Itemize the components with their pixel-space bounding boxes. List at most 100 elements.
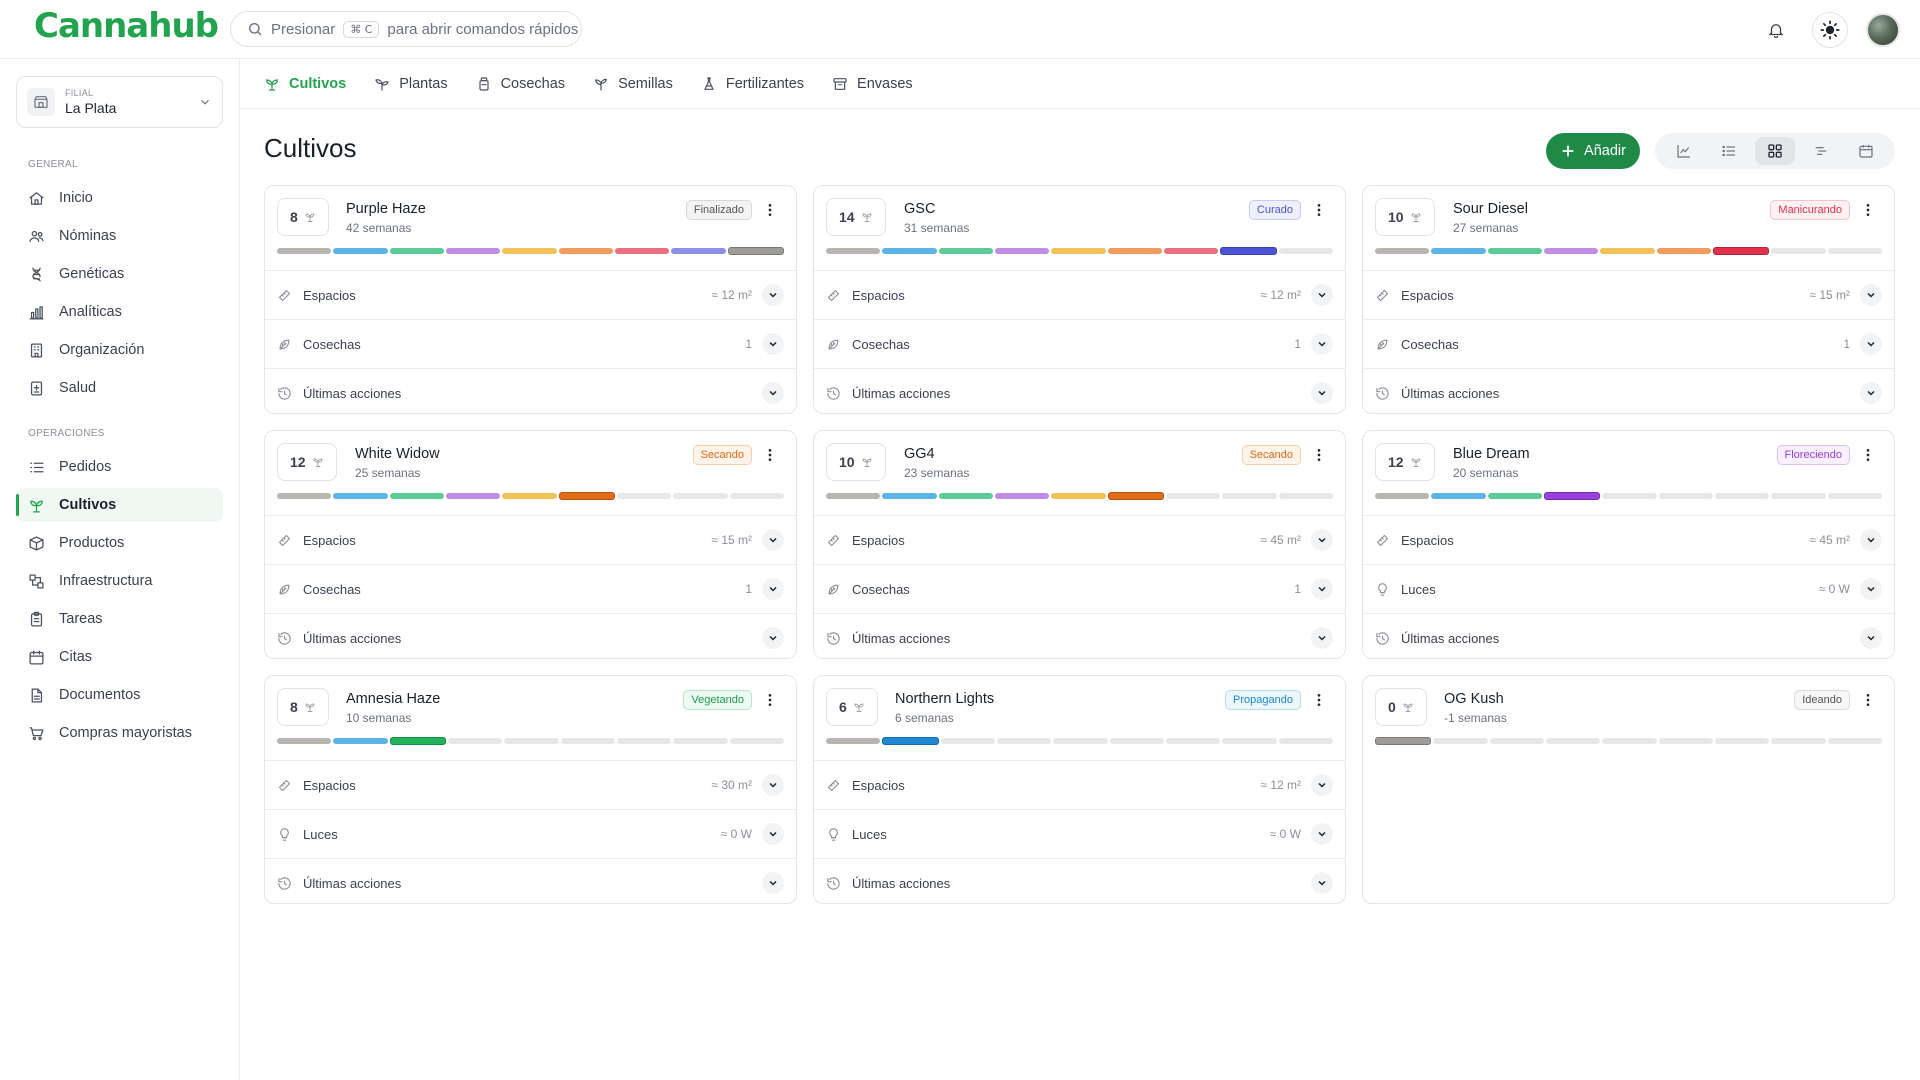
chevron-down-icon[interactable]: [1311, 823, 1333, 845]
card-row-espacios[interactable]: Espacios ≈ 15 m²: [265, 515, 796, 564]
chevron-down-icon[interactable]: [1860, 382, 1882, 404]
card-row-últimas-acciones[interactable]: Últimas acciones: [265, 368, 796, 413]
chevron-down-icon[interactable]: [1860, 578, 1882, 600]
more-vertical-icon[interactable]: [1311, 202, 1327, 218]
sidebar-item-genéticas[interactable]: Genéticas: [16, 257, 223, 291]
card-row-espacios[interactable]: Espacios ≈ 12 m²: [265, 270, 796, 319]
chevron-down-icon[interactable]: [1860, 333, 1882, 355]
chevron-down-icon[interactable]: [1311, 333, 1333, 355]
more-vertical-icon[interactable]: [1860, 692, 1876, 708]
card-row-últimas-acciones[interactable]: Últimas acciones: [265, 858, 796, 903]
sidebar-item-inicio[interactable]: Inicio: [16, 181, 223, 215]
tab-cosechas[interactable]: Cosechas: [476, 76, 565, 92]
crop-card[interactable]: 14 GSC 31 semanas Curado Espacios ≈ 12 m² Cose…: [813, 185, 1346, 414]
chevron-down-icon[interactable]: [1311, 284, 1333, 306]
chevron-down-icon[interactable]: [762, 872, 784, 894]
chevron-down-icon[interactable]: [762, 627, 784, 649]
card-row-espacios[interactable]: Espacios ≈ 15 m²: [1363, 270, 1894, 319]
chevron-down-icon[interactable]: [1311, 578, 1333, 600]
crop-name[interactable]: White Widow: [355, 446, 440, 462]
crop-name[interactable]: GG4: [904, 446, 935, 462]
sidebar-item-cultivos[interactable]: Cultivos: [16, 488, 223, 522]
tab-cultivos[interactable]: Cultivos: [264, 76, 346, 92]
chevron-down-icon[interactable]: [1311, 872, 1333, 894]
crop-card[interactable]: 8 Purple Haze 42 semanas Finalizado Espacios…: [264, 185, 797, 414]
notifications-button[interactable]: [1758, 12, 1794, 48]
tab-fertilizantes[interactable]: Fertilizantes: [701, 76, 804, 92]
sidebar-item-compras-mayoristas[interactable]: Compras mayoristas: [16, 716, 223, 750]
chevron-down-icon[interactable]: [1311, 382, 1333, 404]
card-row-luces[interactable]: Luces ≈ 0 W: [814, 809, 1345, 858]
chevron-down-icon[interactable]: [762, 774, 784, 796]
theme-toggle-button[interactable]: [1812, 12, 1848, 48]
card-row-últimas-acciones[interactable]: Últimas acciones: [1363, 368, 1894, 413]
tab-plantas[interactable]: Plantas: [374, 76, 448, 92]
sidebar-item-citas[interactable]: Citas: [16, 640, 223, 674]
view-grid-button[interactable]: [1754, 137, 1795, 165]
sidebar-item-infraestructura[interactable]: Infraestructura: [16, 564, 223, 598]
crop-name[interactable]: Blue Dream: [1453, 446, 1530, 462]
crop-name[interactable]: Sour Diesel: [1453, 201, 1528, 217]
view-timeline-button[interactable]: [1801, 137, 1841, 165]
crop-name[interactable]: OG Kush: [1444, 691, 1504, 707]
crop-card[interactable]: 10 Sour Diesel 27 semanas Manicurando Espaci…: [1362, 185, 1895, 414]
card-row-últimas-acciones[interactable]: Últimas acciones: [814, 858, 1345, 903]
view-calendar-button[interactable]: [1846, 137, 1886, 165]
sidebar-item-documentos[interactable]: Documentos: [16, 678, 223, 712]
crop-card[interactable]: 12 White Widow 25 semanas Secando Espacios ≈ …: [264, 430, 797, 659]
branch-selector[interactable]: FILIAL La Plata: [16, 76, 223, 128]
crop-name[interactable]: Amnesia Haze: [346, 691, 440, 707]
tab-semillas[interactable]: Semillas: [593, 76, 673, 92]
crop-name[interactable]: Northern Lights: [895, 691, 994, 707]
chevron-down-icon[interactable]: [762, 382, 784, 404]
chevron-down-icon[interactable]: [1311, 774, 1333, 796]
crop-card[interactable]: 8 Amnesia Haze 10 semanas Vegetando Espacios…: [264, 675, 797, 904]
command-search[interactable]: Presionar ⌘ C para abrir comandos rápido…: [230, 11, 582, 47]
chevron-down-icon[interactable]: [762, 578, 784, 600]
chevron-down-icon[interactable]: [1860, 627, 1882, 649]
card-row-cosechas[interactable]: Cosechas 1: [1363, 319, 1894, 368]
crop-name[interactable]: GSC: [904, 201, 935, 217]
crop-card[interactable]: 12 Blue Dream 20 semanas Floreciendo Espacio…: [1362, 430, 1895, 659]
chevron-down-icon[interactable]: [762, 284, 784, 306]
sidebar-item-tareas[interactable]: Tareas: [16, 602, 223, 636]
user-avatar[interactable]: [1866, 13, 1900, 47]
sidebar-item-productos[interactable]: Productos: [16, 526, 223, 560]
more-vertical-icon[interactable]: [762, 692, 778, 708]
card-row-últimas-acciones[interactable]: Últimas acciones: [814, 613, 1345, 658]
more-vertical-icon[interactable]: [1860, 447, 1876, 463]
chevron-down-icon[interactable]: [762, 333, 784, 355]
card-row-espacios[interactable]: Espacios ≈ 30 m²: [265, 760, 796, 809]
card-row-últimas-acciones[interactable]: Últimas acciones: [1363, 613, 1894, 658]
card-row-espacios[interactable]: Espacios ≈ 45 m²: [1363, 515, 1894, 564]
view-chart-button[interactable]: [1664, 137, 1704, 165]
add-button[interactable]: Añadir: [1546, 133, 1640, 169]
card-row-últimas-acciones[interactable]: Últimas acciones: [265, 613, 796, 658]
chevron-down-icon[interactable]: [1860, 529, 1882, 551]
crop-card[interactable]: 0 OG Kush -1 semanas Ideando: [1362, 675, 1895, 904]
more-vertical-icon[interactable]: [1311, 692, 1327, 708]
crop-card[interactable]: 10 GG4 23 semanas Secando Espacios ≈ 45 m² Cos…: [813, 430, 1346, 659]
card-row-últimas-acciones[interactable]: Últimas acciones: [814, 368, 1345, 413]
sidebar-item-salud[interactable]: Salud: [16, 371, 223, 405]
tab-envases[interactable]: Envases: [832, 76, 913, 92]
sidebar-item-analíticas[interactable]: Analíticas: [16, 295, 223, 329]
card-row-cosechas[interactable]: Cosechas 1: [814, 564, 1345, 613]
card-row-espacios[interactable]: Espacios ≈ 12 m²: [814, 270, 1345, 319]
brand-logo[interactable]: Cannahub: [34, 6, 219, 46]
chevron-down-icon[interactable]: [1311, 529, 1333, 551]
crop-card[interactable]: 6 Northern Lights 6 semanas Propagando Espac…: [813, 675, 1346, 904]
card-row-cosechas[interactable]: Cosechas 1: [265, 564, 796, 613]
card-row-cosechas[interactable]: Cosechas 1: [814, 319, 1345, 368]
more-vertical-icon[interactable]: [1311, 447, 1327, 463]
view-list-button[interactable]: [1709, 137, 1749, 165]
chevron-down-icon[interactable]: [1860, 284, 1882, 306]
more-vertical-icon[interactable]: [762, 202, 778, 218]
card-row-espacios[interactable]: Espacios ≈ 45 m²: [814, 515, 1345, 564]
sidebar-item-pedidos[interactable]: Pedidos: [16, 450, 223, 484]
chevron-down-icon[interactable]: [1311, 627, 1333, 649]
card-row-cosechas[interactable]: Cosechas 1: [265, 319, 796, 368]
more-vertical-icon[interactable]: [1860, 202, 1876, 218]
card-row-luces[interactable]: Luces ≈ 0 W: [265, 809, 796, 858]
card-row-luces[interactable]: Luces ≈ 0 W: [1363, 564, 1894, 613]
